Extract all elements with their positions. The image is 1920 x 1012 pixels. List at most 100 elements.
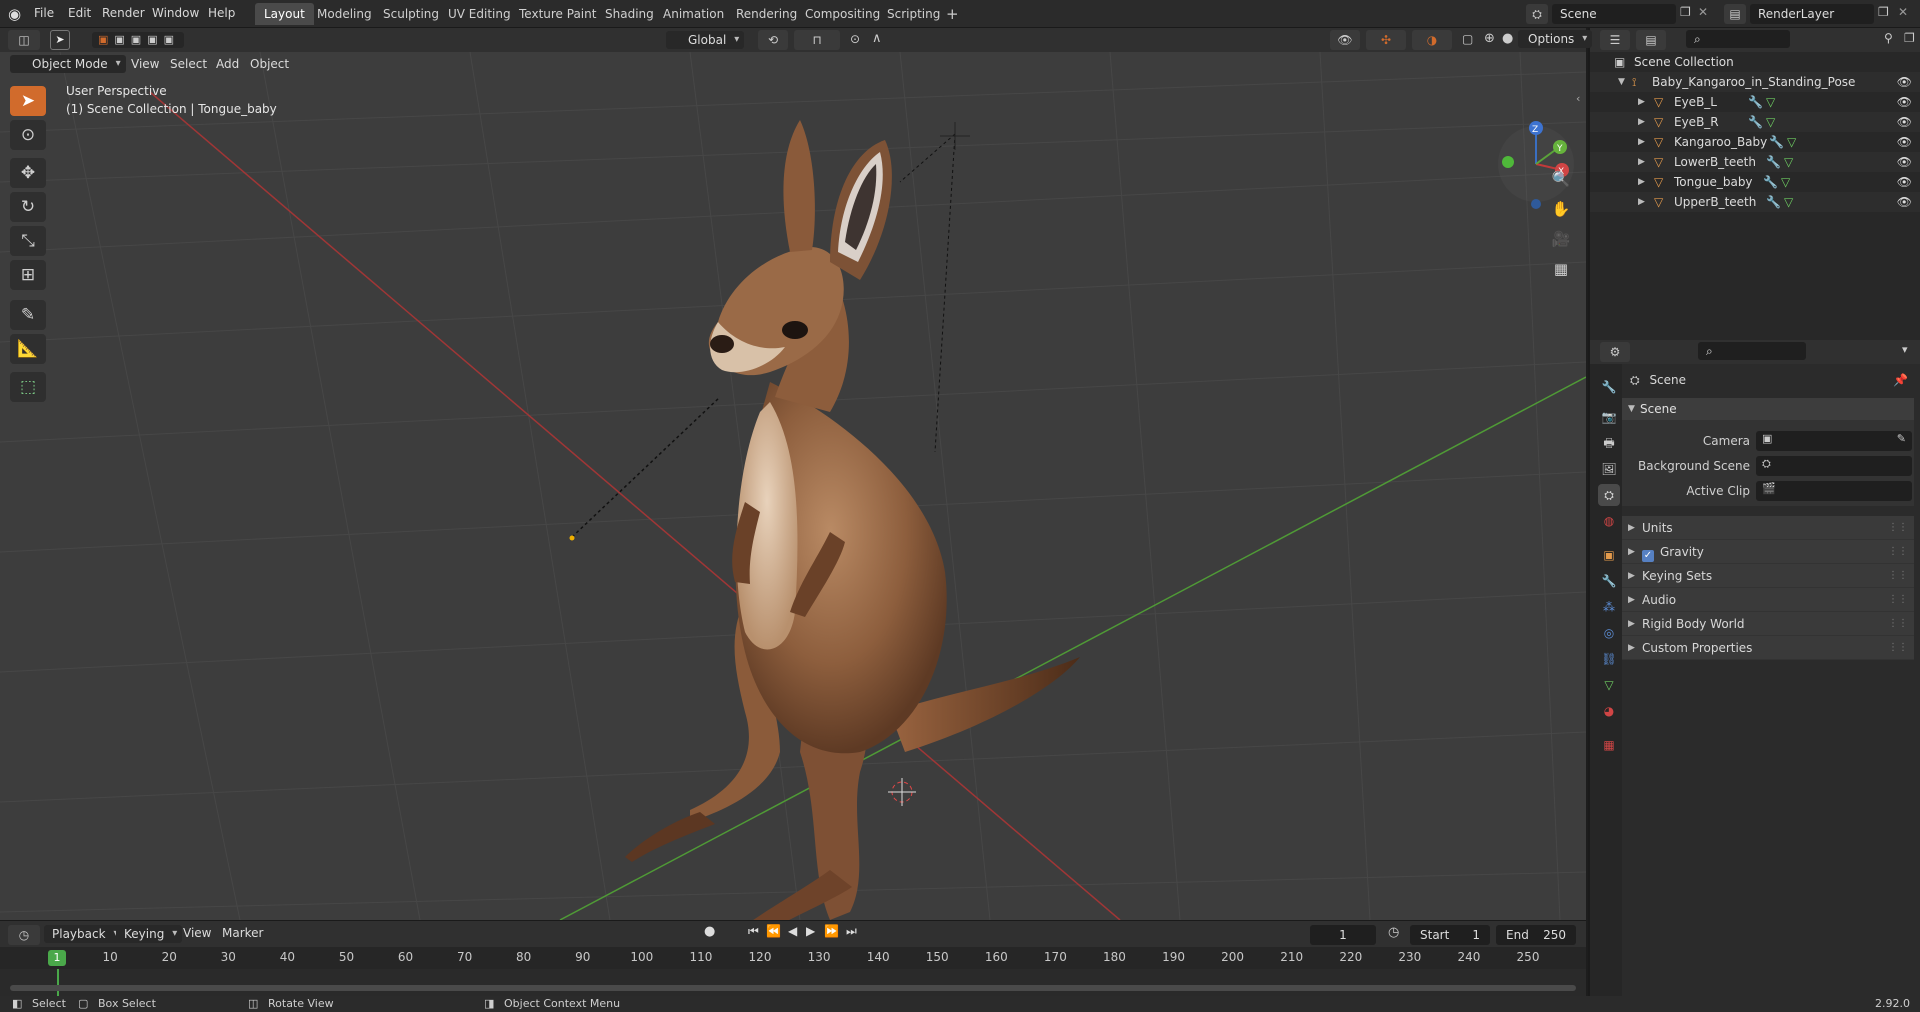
outliner-object-row[interactable]: ▶ ▽ Kangaroo_Baby 🔧 ▽ 👁 [1590,132,1920,152]
tab-modeling[interactable]: Modeling [308,3,381,25]
mesh-data-icon[interactable]: ▽ [1766,112,1775,132]
properties-editor-type-icon[interactable]: ⚙ [1600,342,1630,362]
mesh-data-icon[interactable]: ▽ [1787,132,1796,152]
preview-range-icon[interactable]: ◷ [1388,925,1399,940]
delete-view-layer-icon[interactable]: ✕ [1898,5,1908,19]
timeline-editor-type-icon[interactable]: ◷ [8,925,40,945]
scene-panel-header[interactable]: ▼ Scene [1622,398,1914,420]
tab-material-icon[interactable]: ◕ [1598,700,1620,722]
tab-tool-icon[interactable]: 🔧 [1598,376,1620,398]
tab-uv-editing[interactable]: UV Editing [439,3,520,25]
menu-edit[interactable]: Edit [62,0,97,28]
properties-search-input[interactable]: ⌕ [1698,342,1806,360]
tab-view-layer-icon[interactable]: 🖼 [1598,458,1620,480]
modifier-wrench-icon[interactable]: 🔧 [1769,132,1784,152]
tab-texture-paint[interactable]: Texture Paint [510,3,605,25]
timeline-menu-view[interactable]: View [183,921,211,945]
collection-row[interactable]: ▼ ⟟ Baby_Kangaroo_in_Standing_Pose 👁 [1590,72,1920,92]
tab-scripting[interactable]: Scripting [878,3,949,25]
visibility-eye-icon[interactable]: 👁 [1897,192,1912,212]
play-reverse-icon[interactable]: ◀ [788,924,797,938]
tab-object-icon[interactable]: ▣ [1598,544,1620,566]
timeline-menu-marker[interactable]: Marker [222,921,263,945]
pin-icon[interactable]: 📌 [1893,370,1908,390]
mesh-data-icon[interactable]: ▽ [1781,172,1790,192]
tool-add-cube[interactable]: ⬚ [10,372,46,402]
subpanel-header[interactable]: ▶ Rigid Body World ⋮⋮ [1622,612,1914,636]
expand-icon[interactable]: ▶ [1638,92,1645,112]
tab-modifiers-icon[interactable]: 🔧 [1598,570,1620,592]
tool-move[interactable]: ✥ [10,158,46,188]
prev-keyframe-icon[interactable]: ⏪ [766,924,781,938]
end-frame-field[interactable]: End 250 [1496,925,1576,945]
light-origin[interactable] [569,535,575,541]
subpanel-header[interactable]: ▶ Units ⋮⋮ [1622,516,1914,540]
tab-physics-icon[interactable]: ◎ [1598,622,1620,644]
tab-sculpting[interactable]: Sculpting [374,3,448,25]
visibility-eye-icon[interactable]: 👁 [1897,132,1912,152]
shading-solid-icon[interactable]: ● [1502,31,1513,46]
modifier-wrench-icon[interactable]: 🔧 [1763,172,1778,192]
modifier-wrench-icon[interactable]: 🔧 [1766,152,1781,172]
view-layer-selector-icon[interactable]: ▤ [1724,4,1746,24]
new-view-layer-icon[interactable]: ❐ [1878,5,1889,19]
new-collection-icon[interactable]: ❐ [1904,31,1915,45]
overlay-toggle-icon[interactable]: ◑ [1412,30,1452,50]
3d-viewport[interactable]: Z Y X User Perspective (1) Scene Collect… [0,52,1586,920]
kangaroo-model[interactable] [625,120,1080,920]
visibility-eye-icon[interactable]: 👁 [1897,172,1912,192]
background-scene-field[interactable]: ⛭ [1756,456,1912,476]
drag-handle-icon[interactable]: ⋮⋮ [1888,564,1908,588]
tab-render-icon[interactable]: 📷 [1598,406,1620,428]
tab-output-icon[interactable]: 🖶 [1598,432,1620,454]
mesh-data-icon[interactable]: ▽ [1766,92,1775,112]
expand-icon[interactable]: ▶ [1638,172,1645,192]
menu-select[interactable]: Select [170,52,207,76]
filter-icon[interactable]: ⚲ [1884,31,1893,45]
shading-wireframe-icon[interactable]: ⊕ [1484,31,1495,46]
drag-handle-icon[interactable]: ⋮⋮ [1888,636,1908,660]
tool-scale[interactable]: ⤡ [10,226,46,256]
menu-file[interactable]: File [28,0,60,28]
modifier-wrench-icon[interactable]: 🔧 [1748,112,1763,132]
keying-dropdown[interactable]: Keying [116,925,183,943]
expand-icon[interactable]: ▼ [1618,72,1625,92]
camera-field[interactable]: ▣ ✎ [1756,431,1912,451]
proportional-editing-icon[interactable]: ⊙ [850,32,860,46]
display-mode-icon[interactable]: ▤ [1636,30,1666,50]
drag-handle-icon[interactable]: ⋮⋮ [1888,588,1908,612]
menu-window[interactable]: Window [146,0,205,28]
tab-texture-icon[interactable]: ▦ [1598,734,1620,756]
visibility-eye-icon[interactable]: 👁 [1897,72,1912,92]
delete-scene-icon[interactable]: ✕ [1698,5,1708,19]
pan-hand-icon[interactable]: ✋ [1548,196,1574,222]
menu-add[interactable]: Add [216,52,239,76]
scene-selector-icon[interactable]: ⛭ [1526,4,1548,24]
tab-compositing[interactable]: Compositing [796,3,889,25]
tool-cursor[interactable]: ⊙ [10,120,46,150]
expand-icon[interactable]: ▶ [1638,152,1645,172]
falloff-icon[interactable]: ∧ [872,31,882,46]
eyedropper-icon[interactable]: ✎ [1897,432,1906,445]
current-frame-field[interactable]: 1 [1310,925,1376,945]
drag-handle-icon[interactable]: ⋮⋮ [1888,516,1908,540]
tab-data-icon[interactable]: ▽ [1598,674,1620,696]
editor-type-icon[interactable]: ◫ [8,30,40,50]
snap-icon[interactable]: ⊓ [794,30,840,50]
next-keyframe-icon[interactable]: ⏩ [824,924,839,938]
3d-cursor[interactable] [888,778,916,806]
tab-shading[interactable]: Shading [596,3,663,25]
sidebar-toggle-icon[interactable]: ‹ [1576,92,1580,105]
zoom-icon[interactable]: 🔍 [1548,166,1574,192]
gizmo-toggle-icon[interactable]: ✣ [1366,30,1406,50]
add-workspace-icon[interactable]: + [946,4,959,24]
menu-object[interactable]: Object [250,52,289,76]
outliner-object-row[interactable]: ▶ ▽ UpperB_teeth 🔧 ▽ 👁 [1590,192,1920,212]
scene-collection-row[interactable]: ▣ Scene Collection [1590,52,1920,72]
ortho-toggle-icon[interactable]: ▦ [1548,256,1574,282]
modifier-wrench-icon[interactable]: 🔧 [1748,92,1763,112]
pivot-point-icon[interactable]: ⟲ [758,30,788,50]
xray-toggle-icon[interactable]: ▢ [1462,32,1473,46]
drag-handle-icon[interactable]: ⋮⋮ [1888,540,1908,564]
subpanel-header[interactable]: ▶ Custom Properties ⋮⋮ [1622,636,1914,660]
